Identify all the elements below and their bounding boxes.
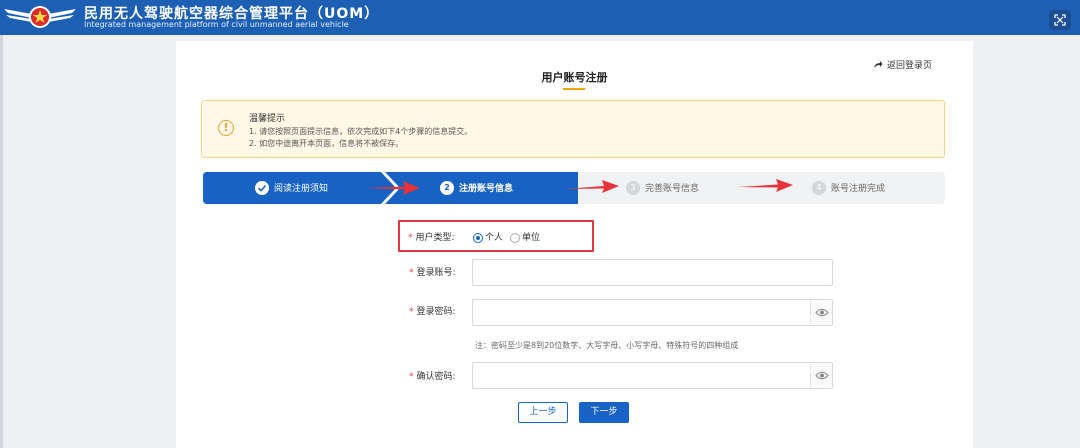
account-input[interactable] [472,259,833,286]
tips-notice: ! 温馨提示 1. 请您按照页面提示信息，依次完成如下4个步骤的信息提交。 2.… [201,100,945,158]
back-to-login-label: 返回登录页 [887,61,933,71]
left-edge-strip [0,35,3,448]
password-label-text: 登录密码: [416,307,456,317]
step-4-label: 账号注册完成 [831,184,886,194]
previous-step-button[interactable]: 上一步 [518,402,568,423]
radio-organization-label[interactable]: 单位 [522,230,540,243]
annotation-arrow-icon [738,179,793,192]
step-3-number: 3 [626,181,640,195]
eye-icon [815,371,829,380]
annotation-arrow-icon [564,180,619,193]
next-step-button[interactable]: 下一步 [579,402,629,423]
step-1-check-icon [255,181,269,195]
back-to-login-link[interactable]: 返回登录页 [873,58,932,71]
password-hint: 注：密码至少是8到20位数字、大写字母、小写字母、特殊符号的四种组成 [475,341,739,350]
confirm-password-label: * 确认密码: [409,369,456,382]
fullscreen-icon [1054,14,1066,26]
notice-line-1: 1. 请您按照页面提示信息，依次完成如下4个步骤的信息提交。 [249,127,473,136]
required-mark: * [408,233,413,243]
user-type-label-text: 用户类型: [415,233,455,243]
warning-icon: ! [218,120,234,136]
top-header-bar: 民用无人驾驶航空器综合管理平台（UOM） Integrated manageme… [0,0,1080,35]
radio-personal-label[interactable]: 个人 [485,230,503,243]
return-arrow-icon [874,61,883,68]
notice-line-2: 2. 如您中途离开本页面，信息将不被保存。 [249,139,404,148]
password-label: * 登录密码: [409,304,456,317]
title-underline [563,88,585,90]
registration-card: 用户账号注册 返回登录页 ! 温馨提示 1. 请您按照页面提示信息，依次完成如下… [176,41,973,448]
account-label: * 登录账号: [409,265,456,278]
user-type-label: * 用户类型: [408,230,455,243]
page-title: 用户账号注册 [541,71,608,84]
required-mark: * [409,372,414,382]
required-mark: * [409,268,414,278]
notice-title: 温馨提示 [249,114,286,124]
step-2-label: 注册账号信息 [459,184,514,194]
step-4-number: 4 [812,181,826,195]
step-3-label: 完善账号信息 [645,184,700,194]
password-visibility-toggle[interactable] [810,300,832,325]
annotation-arrow-icon [365,181,420,195]
password-input[interactable] [472,299,833,326]
radio-personal[interactable] [473,233,483,243]
required-mark: * [409,307,414,317]
account-label-text: 登录账号: [416,268,456,278]
step-2-number: 2 [440,181,454,195]
step-1-label: 阅读注册须知 [274,184,329,194]
confirm-password-input[interactable] [472,362,833,389]
caac-logo [4,6,76,28]
radio-organization[interactable] [510,233,520,243]
eye-icon [815,308,829,317]
registration-steps: 阅读注册须知 2 注册账号信息 3 完善账号信息 4 账号注册完成 [203,172,945,204]
confirm-visibility-toggle[interactable] [810,363,832,388]
confirm-password-label-text: 确认密码: [416,372,456,382]
app-subtitle: Integrated management platform of civil … [84,20,349,29]
fullscreen-toggle-button[interactable] [1049,10,1071,30]
